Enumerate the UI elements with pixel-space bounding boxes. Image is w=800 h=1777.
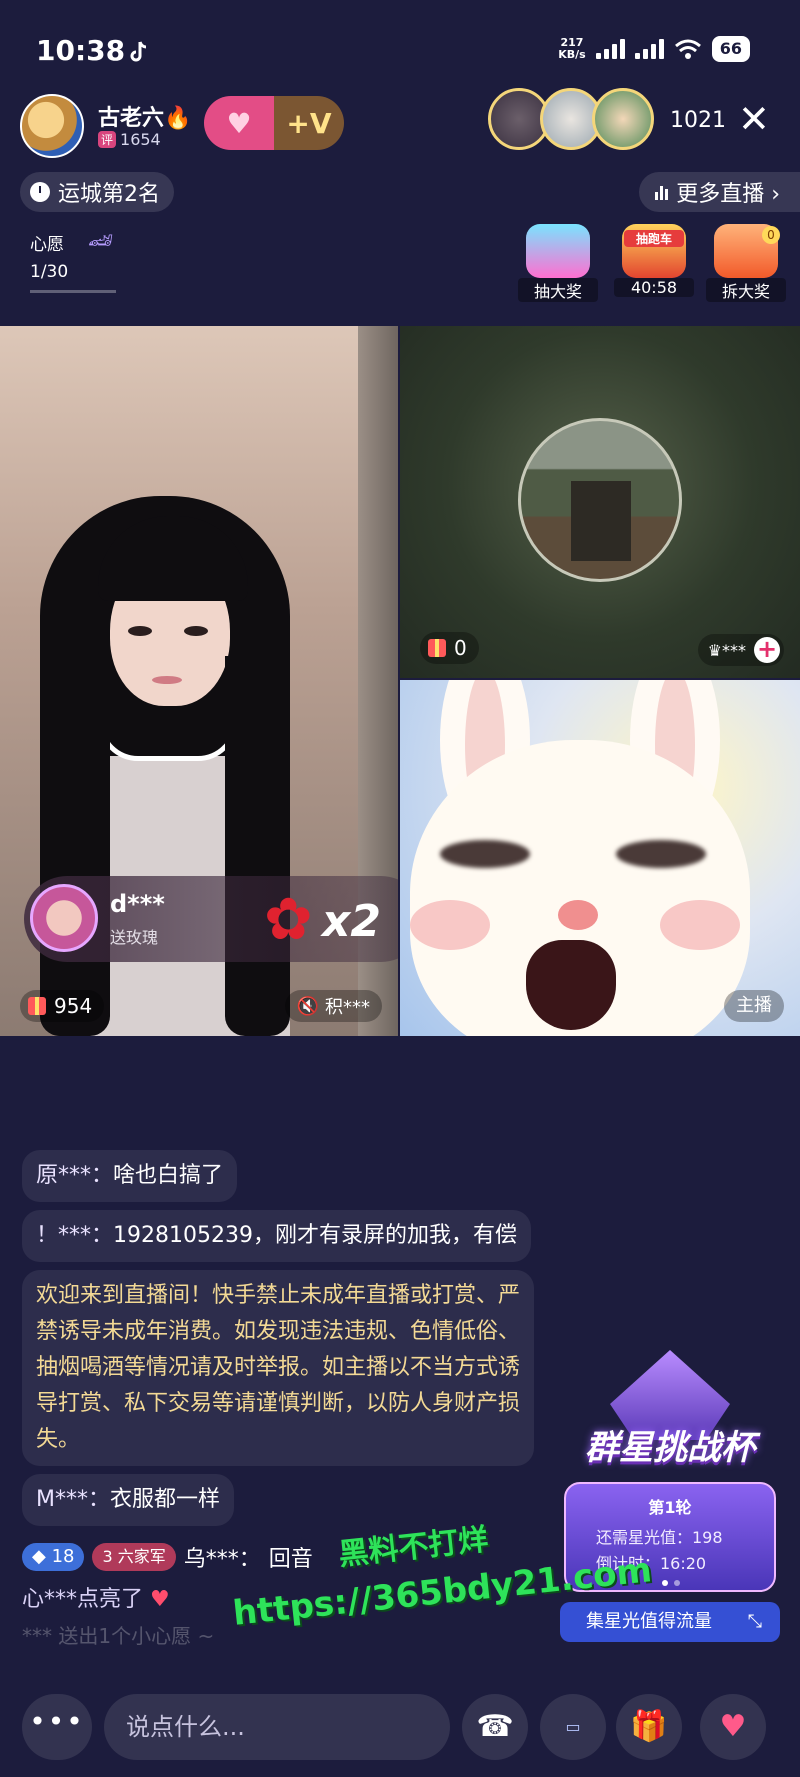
cup-need: 还需星光值：198 (596, 1528, 723, 1547)
gift-icon (28, 997, 46, 1015)
guest-follow-button[interactable]: ♛*** + (697, 634, 784, 666)
host-followers: 1654 (120, 130, 161, 149)
heart-icon: ♥ (150, 1587, 170, 1612)
mute-button[interactable]: 🔇 积*** (284, 990, 382, 1022)
gift-multiplier: x2 (322, 896, 381, 947)
city-rank-label: 运城第2名 (58, 182, 160, 207)
draw-car-timer: 40:58 (614, 278, 694, 297)
more-live-label: 更多直播 › (676, 182, 780, 207)
more-options-button[interactable]: ••• (22, 1694, 92, 1760)
gift-icon (428, 639, 446, 657)
gift-action: 送玫瑰 (110, 928, 159, 947)
status-time: 10:38 (36, 34, 126, 67)
tiktok-icon (130, 41, 147, 62)
follow-v-button[interactable]: +V (274, 107, 344, 140)
rose-icon: ✿ (264, 885, 313, 953)
clock-icon (30, 182, 50, 202)
status-indicators: 217 KB/s 66 (558, 36, 750, 62)
follow-button[interactable]: ♥ +V (204, 96, 344, 150)
net-speed: 217 KB/s (558, 36, 586, 61)
chat-user: 乌***： (183, 1547, 261, 1572)
carousel-dots (662, 1580, 680, 1586)
fan-club-badge: 3 六家军 (92, 1543, 176, 1571)
guest-video-panel[interactable]: 0 ♛*** + (400, 326, 800, 678)
heart-icon[interactable]: ♥ (204, 107, 274, 140)
draw-car-tag: 抽跑车 (624, 230, 684, 247)
gifter-avatar[interactable] (30, 884, 98, 952)
more-live-button[interactable]: 更多直播 › (639, 172, 800, 212)
bottom-bar: ••• ☎ ▭ 🎁 ♥ (0, 1690, 800, 1764)
wish-widget[interactable]: 心愿 🏎 1/30 (22, 222, 122, 298)
gifter-name: d*** (110, 890, 165, 918)
status-bar: 10:38 217 KB/s 66 (0, 0, 800, 90)
wifi-icon (674, 39, 701, 59)
battery-indicator: 66 (711, 36, 750, 62)
system-notice: 欢迎来到直播间！快手禁止未成年直播或打赏、严禁诱导未成年消费。如发现违法违规、色… (22, 1270, 534, 1466)
level-badge: ◆ 18 (22, 1543, 85, 1571)
draw-prize-activity[interactable]: 抽大奖 (518, 224, 598, 304)
wish-progress-bar (30, 290, 116, 293)
viewer-count[interactable]: 1021 (670, 108, 726, 133)
signal-icon (595, 39, 625, 59)
host-stats: 评 1654 (98, 130, 161, 149)
close-icon[interactable]: ✕ (738, 100, 770, 138)
cup-round: 第1轮 (648, 1498, 692, 1517)
car-icon: 🏎 (88, 228, 114, 252)
ticket-icon[interactable]: ▭ (540, 1694, 606, 1760)
comment-input[interactable] (104, 1694, 450, 1760)
open-prize-label: 拆大奖 (706, 278, 786, 302)
expand-icon: ⤡ (747, 1611, 762, 1632)
cup-title: 群星挑战杯 (585, 1428, 755, 1468)
open-prize-badge: 0 (762, 226, 780, 244)
chat-message[interactable]: 原***：啥也白搞了 (22, 1150, 238, 1202)
collect-star-button[interactable]: 集星光值得流量 ⤡ (560, 1602, 780, 1642)
draw-prize-label: 抽大奖 (518, 278, 598, 302)
chat-message[interactable]: ！***：1928105239，刚才有录屏的加我，有偿 (22, 1210, 531, 1262)
host-video-panel[interactable]: 主播 (400, 680, 800, 1036)
mute-icon: 🔇 (296, 995, 319, 1017)
top-viewers[interactable] (488, 88, 654, 150)
bars-icon (655, 184, 669, 200)
chat-message[interactable]: M***：衣服都一样 (22, 1474, 234, 1526)
open-prize-activity[interactable]: 0 拆大奖 (706, 224, 786, 304)
like-icon[interactable]: ♥ (700, 1694, 766, 1760)
main-video-panel[interactable]: d*** 送玫瑰 ✿ x2 954 🔇 积*** (0, 326, 398, 1036)
plus-icon[interactable]: + (754, 637, 780, 663)
guest-name: ♛*** (707, 640, 746, 660)
gift-icon[interactable]: 🎁 (616, 1694, 682, 1760)
prize-box-icon (526, 224, 590, 278)
chat-text: 回音 (268, 1547, 313, 1572)
gift-banner: d*** 送玫瑰 ✿ x2 (24, 876, 398, 962)
wish-label: 心愿 (30, 235, 64, 255)
guest-avatar[interactable] (518, 418, 682, 582)
draw-car-activity[interactable]: 抽跑车 40:58 (614, 224, 694, 304)
rating-badge: 评 (98, 131, 117, 148)
host-name: 古老六🔥 (98, 106, 192, 131)
bunny-filter-image (410, 740, 750, 1036)
call-icon[interactable]: ☎ (462, 1694, 528, 1760)
host-avatar[interactable] (20, 94, 84, 158)
host-tag: 主播 (724, 990, 784, 1022)
city-rank[interactable]: 运城第2名 (20, 172, 174, 212)
wish-progress: 1/30 (30, 262, 69, 282)
viewer-avatar[interactable] (592, 88, 654, 150)
left-gift-count[interactable]: 954 (20, 990, 105, 1022)
signal-icon-2 (634, 39, 664, 59)
guest-gift-count[interactable]: 0 (420, 632, 479, 664)
